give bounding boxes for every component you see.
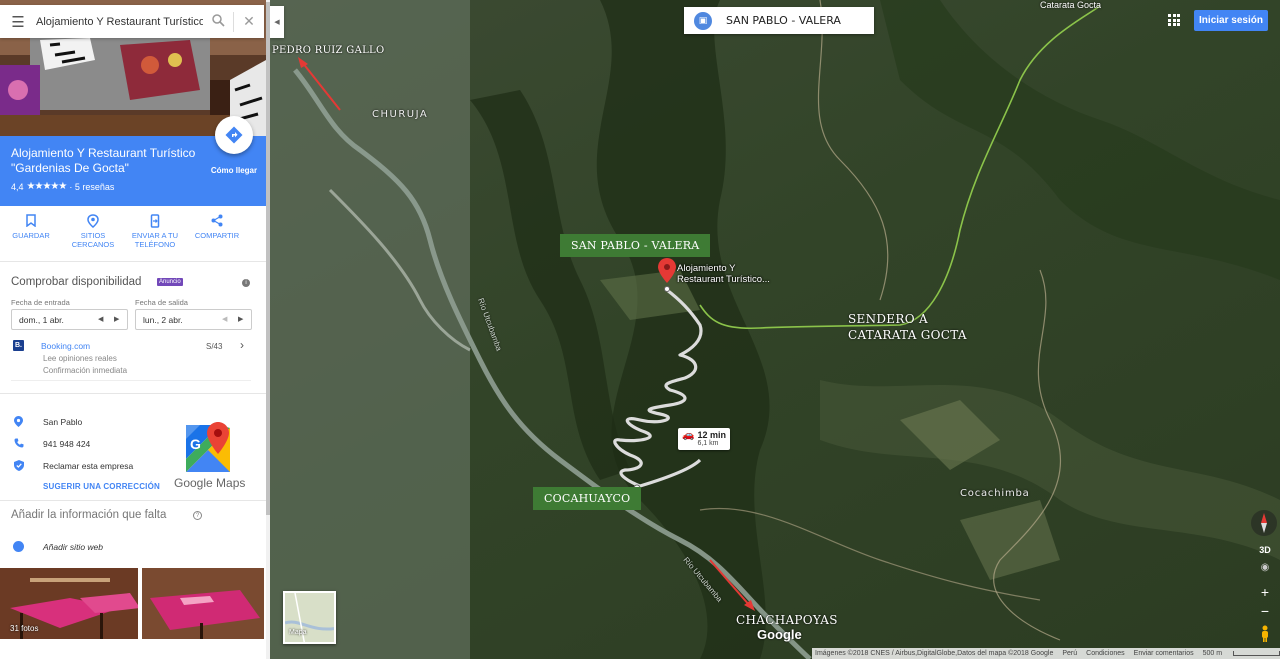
map-type-toggle[interactable]: Mapa (283, 591, 336, 644)
bookmark-icon (0, 214, 62, 231)
svg-text:G: G (190, 436, 201, 452)
minimap-icon (285, 593, 334, 642)
search-input[interactable]: Alojamiento Y Restaurant Turístico "Gard… (36, 16, 203, 28)
pin-icon (13, 416, 24, 427)
save-button[interactable]: GUARDAR (0, 206, 62, 261)
nearby-button[interactable]: SITIOS CERCANOS (62, 206, 124, 261)
directions-button[interactable] (215, 116, 253, 154)
checkout-label: Fecha de salida (135, 298, 188, 307)
rating-stars-icon: ★★★★★ (26, 181, 68, 192)
checkin-field[interactable]: dom., 1 abr. ◀ ▶ (11, 309, 128, 330)
rating-value: 4,4 (11, 181, 24, 192)
terms-link[interactable]: Condiciones (1086, 650, 1125, 657)
car-icon: 🚗 (682, 430, 695, 441)
apps-grid-icon[interactable] (1168, 14, 1180, 26)
claim-row[interactable]: Reclamar esta empresa (13, 460, 133, 471)
next-date-icon[interactable]: ▶ (238, 315, 243, 323)
action-row: GUARDAR SITIOS CERCANOS ENVIAR A TU TELÉ… (0, 206, 266, 262)
label-chachapoyas: CHACHAPOYAS (736, 613, 838, 627)
ad-badge: Anuncio (157, 278, 183, 286)
prev-date-icon[interactable]: ◀ (98, 315, 103, 323)
menu-icon[interactable]: ☰ (0, 13, 36, 31)
place-info-section: San Pablo 941 948 424 Reclamar esta empr… (0, 394, 266, 501)
place-marker-label[interactable]: Alojamiento Y Restaurant Turístico... (677, 263, 770, 285)
panel-scrollbar[interactable] (266, 0, 270, 659)
place-name: Alojamiento Y Restaurant Turístico "Gard… (11, 146, 196, 175)
my-location-icon[interactable]: ◉ (1254, 562, 1276, 580)
feedback-link[interactable]: Enviar comentarios (1134, 650, 1194, 657)
signin-button[interactable]: Iniciar sesión (1194, 10, 1268, 31)
label-churuja: CHURUJA (372, 109, 429, 120)
phone-row[interactable]: 941 948 424 (13, 438, 90, 449)
photos-strip[interactable]: 31 fotos (0, 568, 264, 639)
reviews-link[interactable]: · 5 reseñas (69, 182, 114, 192)
verified-shield-icon (13, 460, 24, 471)
zoom-in-button[interactable]: + (1254, 583, 1276, 601)
directions-label[interactable]: Cómo llegar (205, 166, 263, 175)
checkin-label: Fecha de entrada (11, 298, 70, 307)
label-pedro-ruiz: PEDRO RUIZ GALLO (272, 45, 385, 56)
map-footer: Imágenes ©2018 CNES / Airbus,DigitalGlob… (812, 648, 1280, 659)
label-cocahuayco: COCAHUAYCO (533, 487, 642, 510)
directions-icon (225, 126, 243, 144)
availability-section: Comprobar disponibilidad Anuncio i Fecha… (0, 262, 266, 394)
google-maps-wordmark: Google Maps (174, 476, 246, 490)
label-sendero: SENDERO A CATARATA GOCTA (848, 312, 967, 342)
close-icon[interactable]: ✕ (234, 13, 264, 30)
next-date-icon[interactable]: ▶ (114, 315, 119, 323)
checkout-field[interactable]: lun., 2 abr. ◀ ▶ (135, 309, 252, 330)
help-icon[interactable]: ? (193, 511, 202, 520)
suggest-edit-link[interactable]: SUGERIR UNA CORRECCIÓN (43, 482, 160, 491)
availability-title: Comprobar disponibilidad (11, 276, 142, 288)
photos-count: 31 fotos (10, 624, 39, 633)
send-to-phone-button[interactable]: ENVIAR A TU TELÉFONO (124, 206, 186, 261)
send-to-phone-icon (124, 214, 186, 231)
info-icon[interactable]: i (242, 279, 250, 287)
collapse-panel-button[interactable]: ◀ (270, 6, 284, 38)
place-panel: ☰ Alojamiento Y Restaurant Turístico "Ga… (0, 0, 266, 659)
search-bar: ☰ Alojamiento Y Restaurant Turístico "Ga… (0, 5, 264, 38)
missing-info-title: Añadir la información que falta (11, 509, 167, 521)
globe-icon (13, 541, 24, 552)
prev-date-icon[interactable]: ◀ (222, 315, 227, 323)
booking-line-1: Lee opiniones reales (43, 354, 117, 363)
3d-toggle-button[interactable]: 3D (1254, 541, 1276, 559)
compass-icon[interactable] (1251, 510, 1277, 536)
missing-info-section: Añadir la información que falta ? Añadir… (0, 501, 266, 568)
google-logo: Google (757, 627, 802, 642)
restaurant-photo (0, 568, 264, 639)
add-website-row[interactable]: Añadir sitio web (13, 541, 103, 552)
phone-icon (13, 438, 24, 449)
booking-logo: B. (13, 340, 24, 351)
scale-label[interactable]: 500 m (1203, 650, 1222, 657)
chevron-right-icon[interactable]: › (240, 338, 244, 352)
share-icon (186, 214, 248, 231)
zoom-out-button[interactable]: − (1254, 602, 1276, 620)
scale-bar (1233, 651, 1280, 656)
scrollbar-thumb[interactable] (266, 2, 270, 515)
pegman-icon[interactable] (1258, 625, 1272, 643)
booking-price[interactable]: S/43 (206, 342, 222, 351)
label-catarata-gocta[interactable]: Catarata Gocta (1040, 0, 1101, 10)
address-row[interactable]: San Pablo (13, 416, 82, 427)
route-title: SAN PABLO - VALERA (726, 14, 841, 27)
label-cocachimba: Cocachimba (960, 488, 1030, 499)
country-link[interactable]: Perú (1062, 650, 1077, 657)
booking-link[interactable]: Booking.com (41, 341, 90, 351)
bus-icon: ▣ (694, 11, 712, 30)
share-button[interactable]: COMPARTIR (186, 206, 248, 261)
imagery-credit: Imágenes ©2018 CNES / Airbus,DigitalGlob… (815, 650, 1054, 657)
search-icon[interactable] (203, 13, 233, 30)
divider (11, 380, 251, 381)
place-rating: 4,4 ★★★★★ · 5 reseñas (11, 181, 266, 192)
travel-time-box[interactable]: 🚗 12 min 6,1 km (678, 428, 730, 450)
nearby-icon (62, 214, 124, 231)
route-title-box: ▣ SAN PABLO - VALERA (684, 7, 874, 34)
booking-line-2: Confirmación inmediata (43, 366, 128, 375)
label-san-pablo-valera: SAN PABLO - VALERA (560, 234, 711, 257)
